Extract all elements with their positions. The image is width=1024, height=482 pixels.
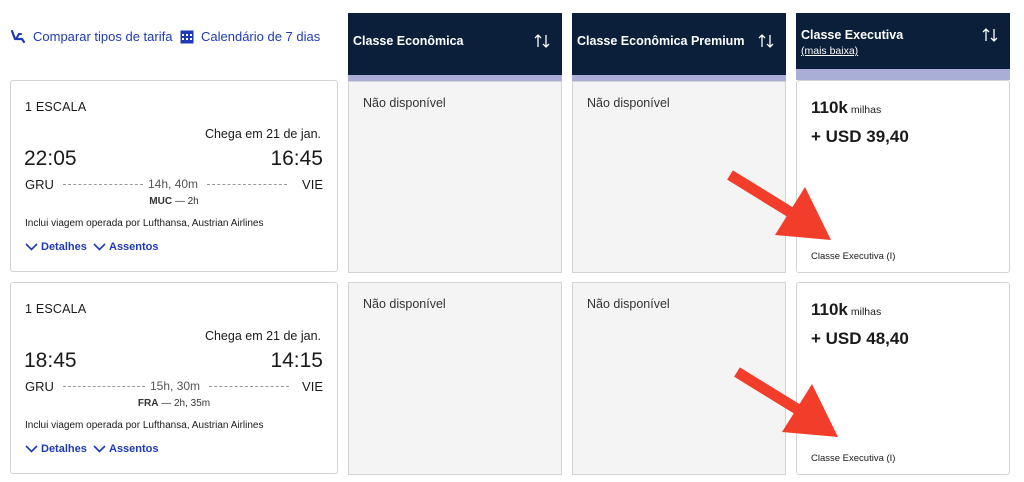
sort-icon[interactable] <box>982 27 998 43</box>
miles-value: 110k <box>811 300 848 319</box>
column-header-economy[interactable]: Classe Econômica <box>348 13 562 81</box>
column-title-business: Classe Executiva <box>801 28 904 42</box>
chevron-down-icon <box>25 243 38 251</box>
origin-airport: GRU <box>25 177 54 192</box>
not-available-label: Não disponível <box>363 297 446 311</box>
route-line <box>209 386 289 387</box>
route-line <box>63 184 143 185</box>
destination-airport: VIE <box>302 177 323 192</box>
chevron-down-icon <box>93 445 106 453</box>
fare-miles: 110k milhas <box>811 98 881 118</box>
column-title-premium: Classe Econômica Premium <box>577 34 745 48</box>
fare-cell-premium: Não disponível <box>572 81 786 273</box>
sort-icon[interactable] <box>758 33 774 49</box>
flight-duration: 14h, 40m <box>148 177 199 191</box>
fare-cell-economy: Não disponível <box>348 81 562 273</box>
layover-airport: MUC <box>149 196 173 207</box>
fare-usd: + USD 48,40 <box>811 329 909 348</box>
fare-class: Classe Executiva (I) <box>811 251 896 262</box>
sort-icon[interactable] <box>534 33 550 49</box>
route-line <box>207 184 287 185</box>
fare-cell-business[interactable]: 110k milhas + USD 39,40 Classe Executiva … <box>796 80 1010 273</box>
column-band <box>796 69 1010 80</box>
fare-miles: 110k milhas <box>811 300 881 320</box>
column-subtitle-lowest[interactable]: (mais baixa) <box>801 45 858 57</box>
not-available-label: Não disponível <box>587 96 670 110</box>
calendar-icon <box>180 30 194 43</box>
column-header-premium[interactable]: Classe Econômica Premium <box>572 13 786 81</box>
arrival-time: 16:45 <box>270 147 323 170</box>
miles-unit: milhas <box>850 104 882 116</box>
chevron-down-icon <box>93 243 106 251</box>
details-label: Detalhes <box>41 443 87 455</box>
layover-airport: FRA <box>137 398 159 409</box>
compare-fares-link[interactable]: Comparar tipos de tarifa <box>10 27 172 45</box>
arrival-note: Chega em 21 de jan. <box>204 127 321 141</box>
compare-fares-label: Comparar tipos de tarifa <box>33 28 173 44</box>
seats-label: Assentos <box>109 443 159 455</box>
layover-time: — 2h, 35m <box>158 398 211 409</box>
route-line <box>63 386 145 387</box>
stops-label: 1 ESCALA <box>25 100 87 114</box>
origin-airport: GRU <box>25 379 54 394</box>
stops-label: 1 ESCALA <box>25 302 87 316</box>
miles-unit: milhas <box>850 306 882 318</box>
fare-class: Classe Executiva (I) <box>811 453 896 464</box>
miles-value: 110k <box>811 98 848 117</box>
seat-icon <box>10 29 26 44</box>
seats-toggle[interactable]: Assentos <box>93 443 159 455</box>
operated-by-note: Inclui viagem operada por Lufthansa, Aus… <box>25 420 264 431</box>
layover-time: — 2h <box>172 196 199 207</box>
details-toggle[interactable]: Detalhes <box>25 443 87 455</box>
fare-cell-business[interactable]: 110k milhas + USD 48,40 Classe Executiva … <box>796 282 1010 475</box>
fare-cell-economy: Não disponível <box>348 282 562 475</box>
flight-card: 1 ESCALA Chega em 21 de jan. 18:45 14:15… <box>10 282 338 474</box>
fare-usd: + USD 39,40 <box>811 127 909 146</box>
not-available-label: Não disponível <box>363 96 446 110</box>
layover-info: FRA — 2h, 35m <box>11 398 337 409</box>
details-toggle[interactable]: Detalhes <box>25 241 87 253</box>
seven-day-calendar-label: Calendário de 7 dias <box>201 28 321 44</box>
departure-time: 22:05 <box>24 147 77 170</box>
fare-cell-premium: Não disponível <box>572 282 786 475</box>
seven-day-calendar-link[interactable]: Calendário de 7 dias <box>180 27 320 45</box>
not-available-label: Não disponível <box>587 297 670 311</box>
details-label: Detalhes <box>41 241 87 253</box>
destination-airport: VIE <box>302 379 323 394</box>
column-header-business[interactable]: Classe Executiva (mais baixa) <box>796 13 1010 80</box>
flight-card: 1 ESCALA Chega em 21 de jan. 22:05 16:45… <box>10 80 338 272</box>
seats-label: Assentos <box>109 241 159 253</box>
column-title-economy: Classe Econômica <box>353 34 464 48</box>
arrival-time: 14:15 <box>270 349 323 372</box>
departure-time: 18:45 <box>24 349 77 372</box>
layover-info: MUC — 2h <box>11 196 337 207</box>
flight-duration: 15h, 30m <box>150 379 201 393</box>
operated-by-note: Inclui viagem operada por Lufthansa, Aus… <box>25 218 264 229</box>
seats-toggle[interactable]: Assentos <box>93 241 159 253</box>
arrival-note: Chega em 21 de jan. <box>204 329 321 343</box>
chevron-down-icon <box>25 445 38 453</box>
